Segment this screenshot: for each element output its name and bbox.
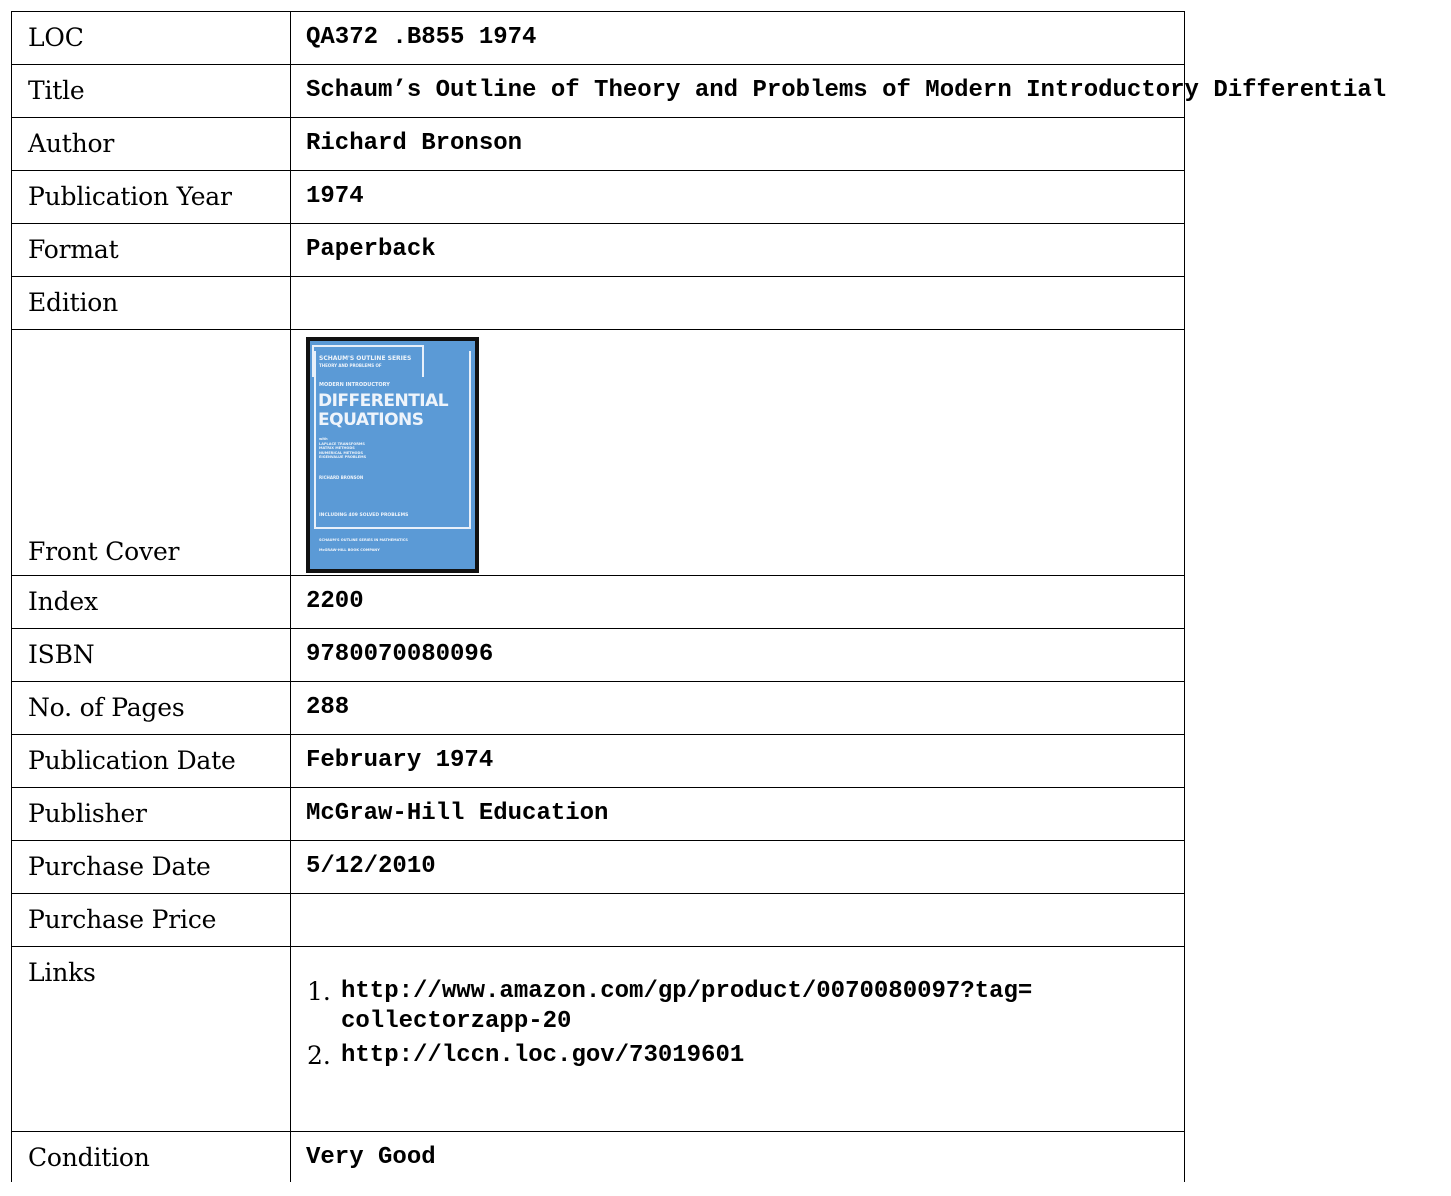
row-loc: LOC QA372 .B855 1974 xyxy=(11,11,1185,65)
row-publisher: Publisher McGraw-Hill Education xyxy=(11,787,1185,841)
row-pages: No. of Pages 288 xyxy=(11,681,1185,735)
front-cover-image[interactable]: SCHAUM'S OUTLINE SERIES THEORY AND PROBL… xyxy=(306,337,479,573)
row-format: Format Paperback xyxy=(11,223,1185,277)
link-text[interactable]: http://www.amazon.com/gp/product/0070080… xyxy=(341,978,1032,1035)
row-author: Author Richard Bronson xyxy=(11,117,1185,171)
row-edition: Edition xyxy=(11,276,1185,330)
pages-label: No. of Pages xyxy=(11,681,291,735)
row-title: Title Schaum’s Outline of Theory and Pro… xyxy=(11,64,1386,118)
cover-publisher: McGRAW-HILL BOOK COMPANY xyxy=(319,548,380,552)
author-label: Author xyxy=(11,117,291,171)
row-publication-date: Publication Date February 1974 xyxy=(11,734,1185,788)
row-isbn: ISBN 9780070080096 xyxy=(11,628,1185,682)
format-value: Paperback xyxy=(290,223,1185,277)
title-value: Schaum’s Outline of Theory and Problems … xyxy=(306,77,1387,104)
purchase-price-value xyxy=(290,893,1185,947)
publisher-value: McGraw-Hill Education xyxy=(290,787,1185,841)
cover-title-line1: DIFFERENTIAL xyxy=(318,391,449,411)
loc-value: QA372 .B855 1974 xyxy=(290,11,1185,65)
row-front-cover: Front Cover SCHAUM'S OUTLINE SERIES THEO… xyxy=(11,329,1185,576)
pages-value: 288 xyxy=(290,681,1185,735)
title-label: Title xyxy=(11,64,291,118)
publication-date-label: Publication Date xyxy=(11,734,291,788)
edition-label: Edition xyxy=(11,276,291,330)
index-value: 2200 xyxy=(290,575,1185,629)
cover-author: RICHARD BRONSON xyxy=(319,475,364,480)
book-record-table: LOC QA372 .B855 1974 Title Schaum’s Outl… xyxy=(11,11,1386,1182)
cover-background: SCHAUM'S OUTLINE SERIES THEORY AND PROBL… xyxy=(310,341,475,569)
edition-value xyxy=(290,276,1185,330)
cover-series-text: SCHAUM'S OUTLINE SERIES xyxy=(319,355,412,362)
link-number: 1. xyxy=(307,977,331,1006)
publication-year-label: Publication Year xyxy=(11,170,291,224)
purchase-date-label: Purchase Date xyxy=(11,840,291,894)
format-label: Format xyxy=(11,223,291,277)
cover-theory-text: THEORY AND PROBLEMS OF xyxy=(319,363,382,368)
row-links: Links 1. http://www.amazon.com/gp/product… xyxy=(11,946,1185,1132)
author-value: Richard Bronson xyxy=(290,117,1185,171)
row-condition: Condition Very Good xyxy=(11,1131,1185,1182)
publication-date-value: February 1974 xyxy=(290,734,1185,788)
links-list: 1. http://www.amazon.com/gp/product/00700… xyxy=(307,977,1032,1075)
isbn-label: ISBN xyxy=(11,628,291,682)
links-label: Links xyxy=(11,946,291,1132)
cover-subtitle: with LAPLACE TRANSFORMS MATRIX METHODS N… xyxy=(319,437,367,459)
row-publication-year: Publication Year 1974 xyxy=(11,170,1185,224)
publication-year-value: 1974 xyxy=(290,170,1185,224)
loc-label: LOC xyxy=(11,11,291,65)
index-label: Index xyxy=(11,575,291,629)
cover-modern-text: MODERN INTRODUCTORY xyxy=(319,382,390,388)
link-item-lccn[interactable]: 2. http://lccn.loc.gov/73019601 xyxy=(307,1041,1032,1071)
cover-solved-text: INCLUDING 409 SOLVED PROBLEMS xyxy=(319,513,409,518)
condition-value: Very Good xyxy=(290,1131,1185,1182)
cover-series-math: SCHAUM'S OUTLINE SERIES IN MATHEMATICS xyxy=(319,538,408,542)
condition-label: Condition xyxy=(11,1131,291,1182)
purchase-date-value: 5/12/2010 xyxy=(290,840,1185,894)
cover-title-line2: EQUATIONS xyxy=(318,410,424,430)
row-index: Index 2200 xyxy=(11,575,1185,629)
front-cover-label: Front Cover xyxy=(11,329,291,576)
publisher-label: Publisher xyxy=(11,787,291,841)
row-purchase-date: Purchase Date 5/12/2010 xyxy=(11,840,1185,894)
isbn-value: 9780070080096 xyxy=(290,628,1185,682)
link-item-amazon[interactable]: 1. http://www.amazon.com/gp/product/00700… xyxy=(307,977,1032,1037)
link-text[interactable]: http://lccn.loc.gov/73019601 xyxy=(341,1042,744,1069)
purchase-price-label: Purchase Price xyxy=(11,893,291,947)
link-number: 2. xyxy=(307,1041,331,1070)
row-purchase-price: Purchase Price xyxy=(11,893,1185,947)
